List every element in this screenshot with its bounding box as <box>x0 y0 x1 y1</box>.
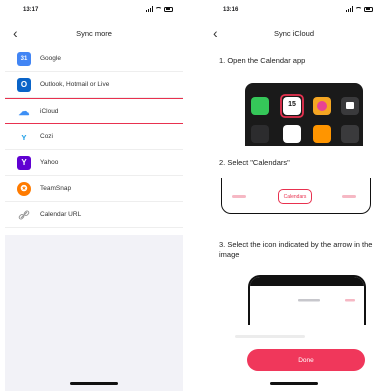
nav-header: ‹ Sync iCloud <box>205 26 383 42</box>
source-calendar-url[interactable]: Calendar URL <box>5 202 183 228</box>
battery-icon <box>364 6 373 12</box>
calendar-source-list: 31 Google O Outlook, Hotmail or Live ☁ i… <box>5 46 183 228</box>
teamsnap-icon: ✪ <box>17 181 31 196</box>
page-title: Sync more <box>76 29 112 38</box>
wifi-icon <box>355 6 362 12</box>
source-label: TeamSnap <box>40 185 72 192</box>
done-button[interactable]: Done <box>247 349 365 371</box>
calendars-screen-image <box>248 275 366 325</box>
home-indicator <box>70 382 118 385</box>
source-outlook[interactable]: O Outlook, Hotmail or Live <box>5 72 183 98</box>
step-2-text: 2. Select "Calendars" <box>219 158 290 167</box>
source-label: Outlook, Hotmail or Live <box>40 81 110 88</box>
faded-caption <box>235 335 305 338</box>
icloud-icon: ☁ <box>18 105 30 118</box>
source-yahoo[interactable]: Y Yahoo <box>5 150 183 176</box>
empty-area <box>5 235 183 391</box>
step-3-text: 3. Select the icon indicated by the arro… <box>219 240 373 259</box>
signal-icon <box>146 6 153 12</box>
source-icloud[interactable]: ☁ iCloud <box>5 98 183 124</box>
page-title: Sync iCloud <box>273 29 315 38</box>
source-label: Yahoo <box>40 159 59 166</box>
status-bar: 13:17 <box>5 5 183 17</box>
source-google[interactable]: 31 Google <box>5 46 183 72</box>
calendar-icon: 15 <box>288 101 296 108</box>
source-label: Cozi <box>40 133 54 140</box>
source-cozi[interactable]: ʏ Cozi <box>5 124 183 150</box>
calendars-tab-image: Calendars <box>221 178 371 214</box>
link-icon <box>17 208 31 222</box>
nav-header: ‹ Sync more <box>5 26 183 42</box>
step-1-text: 1. Open the Calendar app <box>219 56 306 65</box>
status-bar: 13:16 <box>205 5 383 17</box>
outlook-icon: O <box>17 77 31 92</box>
sync-more-screen: 13:17 ‹ Sync more 31 Google O Outlook, H… <box>5 0 183 391</box>
status-time: 13:16 <box>223 7 239 13</box>
calendars-tab-highlight: Calendars <box>278 189 312 204</box>
sync-icloud-screen: 13:16 ‹ Sync iCloud 1. Open the Calendar… <box>205 0 383 391</box>
battery-icon <box>164 6 173 12</box>
system-indicators <box>346 6 373 12</box>
source-teamsnap[interactable]: ✪ TeamSnap <box>5 176 183 202</box>
signal-icon <box>346 6 353 12</box>
yahoo-icon: Y <box>17 155 31 170</box>
status-time: 13:17 <box>23 7 39 13</box>
home-screen-image: 15 <box>245 83 363 146</box>
home-indicator <box>270 382 318 385</box>
source-label: Google <box>40 55 61 62</box>
system-indicators <box>146 6 173 12</box>
source-label: iCloud <box>40 107 59 115</box>
cozi-icon: ʏ <box>21 131 27 142</box>
source-label: Calendar URL <box>40 211 82 218</box>
calendars-tab-label: Calendars <box>283 193 307 200</box>
google-calendar-icon: 31 <box>17 51 31 66</box>
wifi-icon <box>155 6 162 12</box>
